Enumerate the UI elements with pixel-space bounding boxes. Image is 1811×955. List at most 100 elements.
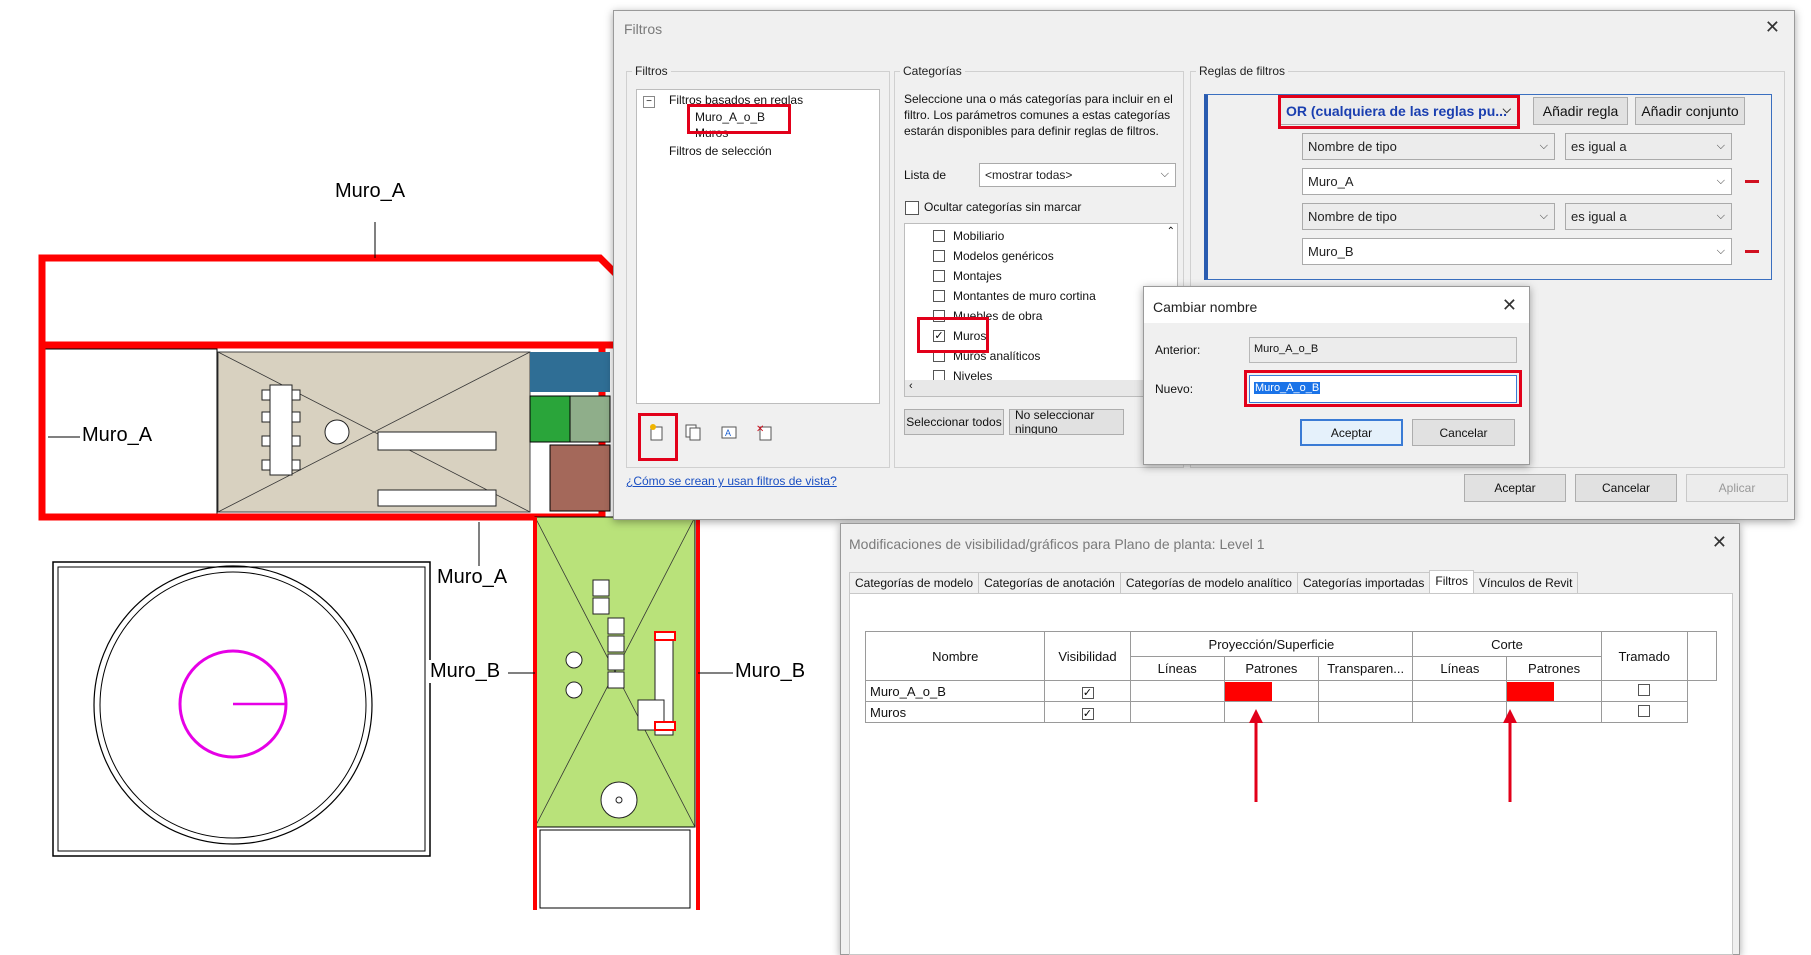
halftone-checkbox[interactable]: [1638, 704, 1651, 717]
row-halftone[interactable]: [1600, 680, 1688, 702]
tree-rules-node[interactable]: Filtros basados en reglas: [669, 93, 803, 107]
cut-pattern-swatch[interactable]: [1507, 681, 1555, 701]
chevron-down-icon: ⌵: [1716, 209, 1725, 222]
scroll-up-icon[interactable]: ⌃: [1167, 226, 1175, 237]
row-cut-lines[interactable]: [1412, 701, 1508, 723]
rule-condition-dropdown[interactable]: es igual a ⌵: [1565, 133, 1732, 160]
vg-dialog: Modificaciones de visibilidad/gráficos p…: [840, 523, 1740, 955]
ok-button[interactable]: Aceptar: [1464, 474, 1566, 502]
horizontal-scrollbar[interactable]: ‹: [905, 380, 1177, 396]
new-name-input[interactable]: Muro_A_o_B: [1249, 375, 1517, 403]
category-checkbox[interactable]: [933, 290, 945, 302]
delete-filter-icon[interactable]: ✕: [754, 421, 776, 443]
row-visibility-cell[interactable]: ✓: [1044, 701, 1131, 723]
close-icon[interactable]: ✕: [1765, 17, 1780, 38]
category-row[interactable]: Muros analíticos: [905, 348, 1165, 366]
help-link[interactable]: ¿Cómo se crean y usan filtros de vista?: [626, 474, 837, 488]
tree-selection-node[interactable]: Filtros de selección: [669, 144, 772, 158]
rule-operator-value: OR (cualquiera de las reglas pu...: [1286, 103, 1507, 119]
remove-rule-icon[interactable]: [1745, 250, 1759, 253]
tab-v-nculos-de-revit[interactable]: Vínculos de Revit: [1473, 572, 1579, 595]
arrow-up-icon: [1503, 709, 1517, 802]
vg-dialog-title: Modificaciones de visibilidad/gráficos p…: [849, 536, 1265, 552]
tab-categor-as-de-modelo-anal-tico[interactable]: Categorías de modelo analítico: [1119, 572, 1298, 595]
visibility-checkbox[interactable]: ✓: [1081, 686, 1094, 699]
row-halftone[interactable]: [1600, 701, 1688, 723]
select-all-button[interactable]: Seleccionar todos: [904, 409, 1004, 435]
tree-item-muro-a-o-b[interactable]: Muro_A_o_B: [695, 110, 765, 124]
rule-value-dropdown[interactable]: Muro_B ⌵: [1302, 238, 1732, 265]
row-name[interactable]: Muro_A_o_B: [864, 680, 1046, 702]
row-proj-transparency[interactable]: [1318, 701, 1414, 723]
category-label: Montantes de muro cortina: [953, 289, 1096, 303]
rules-group-title: Reglas de filtros: [1196, 64, 1289, 78]
rule-parameter-dropdown[interactable]: Nombre de tipo ⌵: [1302, 203, 1555, 230]
rule-value-dropdown[interactable]: Muro_A ⌵: [1302, 168, 1732, 195]
category-row[interactable]: Montajes: [905, 268, 1165, 286]
rule-condition-dropdown[interactable]: es igual a ⌵: [1565, 203, 1732, 230]
tab-filtros[interactable]: Filtros: [1429, 570, 1475, 593]
hide-unchecked-checkbox[interactable]: [905, 201, 919, 215]
chevron-down-icon: ⌵: [1716, 139, 1725, 152]
category-checkbox[interactable]: [933, 270, 945, 282]
add-rule-button[interactable]: Añadir regla: [1533, 97, 1628, 125]
duplicate-filter-icon[interactable]: [682, 421, 704, 443]
list-label: Lista de: [904, 168, 947, 182]
row-cut-lines[interactable]: [1412, 680, 1508, 702]
tab-categor-as-importadas[interactable]: Categorías importadas: [1296, 572, 1431, 595]
rule-parameter-dropdown[interactable]: Nombre de tipo ⌵: [1302, 133, 1555, 160]
close-icon[interactable]: ✕: [1712, 532, 1727, 553]
col-proj-patterns: Patrones: [1223, 656, 1320, 681]
list-dropdown[interactable]: <mostrar todas> ⌵: [979, 163, 1176, 187]
row-proj-lines[interactable]: [1129, 701, 1225, 723]
chevron-down-icon: ⌵: [1716, 244, 1725, 257]
category-row[interactable]: Muebles de obra: [905, 308, 1165, 326]
category-checkbox[interactable]: ✓: [933, 330, 945, 342]
category-row[interactable]: Montantes de muro cortina: [905, 288, 1165, 306]
close-icon[interactable]: ✕: [1502, 295, 1517, 316]
plan-label-muro-a-bottom: Muro_A: [435, 566, 510, 589]
select-none-button[interactable]: No seleccionar ninguno: [1009, 409, 1124, 435]
category-checkbox[interactable]: [933, 350, 945, 362]
rule-operator-dropdown[interactable]: OR (cualquiera de las reglas pu... ⌵: [1280, 97, 1518, 125]
categories-description: Seleccione una o más categorías para inc…: [904, 92, 1173, 138]
row-proj-patterns[interactable]: [1223, 701, 1320, 723]
category-label: Montajes: [953, 269, 1002, 283]
row-name[interactable]: Muros: [864, 701, 1046, 723]
collapse-icon[interactable]: −: [643, 96, 655, 108]
cancel-button[interactable]: Cancelar: [1575, 474, 1677, 502]
table-row[interactable]: Muro_A_o_B ✓: [864, 680, 1717, 702]
rule-parameter-value: Nombre de tipo: [1308, 139, 1397, 154]
category-checkbox[interactable]: [933, 230, 945, 242]
row-cut-patterns[interactable]: [1506, 701, 1602, 723]
filters-tree: − Filtros basados en reglas Muro_A_o_B M…: [636, 89, 880, 404]
tab-categor-as-de-modelo[interactable]: Categorías de modelo: [849, 572, 980, 595]
new-name-selected-text: Muro_A_o_B: [1254, 382, 1321, 394]
row-proj-lines[interactable]: [1129, 680, 1225, 702]
category-row[interactable]: ✓ Muros: [905, 328, 1165, 346]
rename-filter-icon[interactable]: A: [718, 421, 740, 443]
category-row[interactable]: Mobiliario: [905, 228, 1165, 246]
new-filter-icon[interactable]: [646, 421, 668, 443]
row-extra: [1687, 681, 1716, 702]
rename-cancel-button[interactable]: Cancelar: [1412, 419, 1515, 446]
table-row[interactable]: Muros ✓: [864, 701, 1717, 723]
rename-ok-button[interactable]: Aceptar: [1300, 419, 1403, 446]
category-checkbox[interactable]: [933, 310, 945, 322]
add-set-button[interactable]: Añadir conjunto: [1635, 97, 1745, 125]
row-proj-patterns[interactable]: [1223, 680, 1320, 702]
col-proj-transparency: Transparen...: [1318, 656, 1414, 681]
visibility-checkbox[interactable]: ✓: [1081, 707, 1094, 720]
row-proj-transparency[interactable]: [1318, 680, 1414, 702]
proj-pattern-swatch[interactable]: [1224, 681, 1272, 701]
halftone-checkbox[interactable]: [1638, 683, 1651, 696]
tree-item-muros[interactable]: Muros: [695, 126, 728, 140]
row-visibility-cell[interactable]: ✓: [1044, 680, 1131, 702]
chevron-down-icon: ⌵: [1539, 139, 1548, 152]
category-row[interactable]: Modelos genéricos: [905, 248, 1165, 266]
row-cut-patterns[interactable]: [1506, 680, 1602, 702]
remove-rule-icon[interactable]: [1745, 180, 1759, 183]
apply-button[interactable]: Aplicar: [1686, 474, 1788, 502]
category-checkbox[interactable]: [933, 250, 945, 262]
tab-categor-as-de-anotaci-n[interactable]: Categorías de anotación: [978, 572, 1121, 595]
